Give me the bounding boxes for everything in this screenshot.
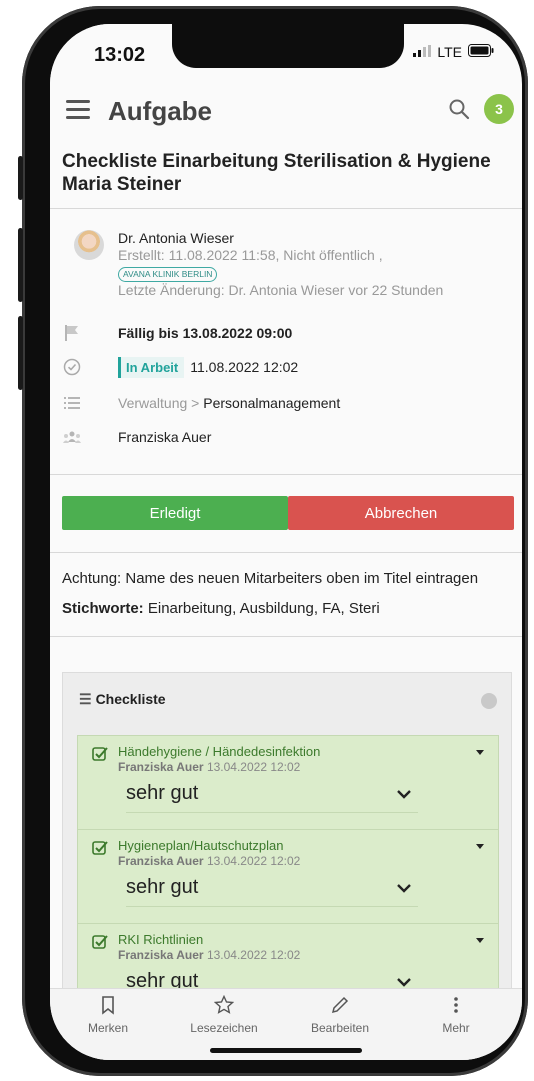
notification-badge[interactable]: 3 [484,94,514,124]
menu-icon[interactable] [66,100,90,120]
rating-select[interactable]: sehr gut [126,870,418,907]
divider [50,552,522,553]
cancel-button[interactable]: Abbrechen [288,496,514,530]
tab-lesezeichen[interactable]: Lesezeichen [174,994,274,1051]
group-icon [62,427,82,447]
rating-value: sehr gut [126,876,199,898]
star-icon [213,994,235,1015]
page-title: Aufgabe [108,96,212,126]
status-badge[interactable]: In Arbeit [118,356,185,378]
status-info: In Arbeit 11.08.2022 12:02 [118,356,299,378]
item-menu-caret-icon[interactable] [476,938,484,943]
avatar[interactable] [74,230,104,260]
tab-label: Merken [87,1021,128,1035]
task-meta: Dr. Antonia Wieser Erstellt: 11.08.2022 … [118,230,518,299]
category-child[interactable]: Personalmanagement [203,395,340,411]
checklist-item[interactable]: Händehygiene / Händedesinfektion Franzis… [77,735,499,831]
checklist-item-date: 13.04.2022 12:02 [206,760,301,774]
checklist-title: Checkliste [95,691,166,707]
checklist-item-date: 13.04.2022 12:02 [206,948,301,962]
more-vertical-icon [446,995,466,1015]
checklist-item-name: Händehygiene / Händedesinfektion [118,744,321,759]
checklist-item-name: Hygieneplan/Hautschutzplan [118,838,284,853]
keywords-value: Einarbeitung, Ausbildung, FA, Steri [147,600,380,617]
tab-label: Bearbeiten [310,1021,370,1035]
task-title: Checkliste Einarbeitung Sterilisation & … [62,151,491,195]
rating-select[interactable]: sehr gut [126,776,418,813]
tab-merken[interactable]: Merken [58,995,158,1051]
checklist-item-meta: Franziska Auer 13.04.2022 12:02 [118,948,300,962]
divider [50,474,522,475]
breadcrumb-separator: > [191,395,200,411]
status-indicators: LTE [413,44,494,60]
tab-label: Mehr [442,1021,470,1035]
status-date: 11.08.2022 12:02 [190,358,299,375]
checklist-item-name: RKI Richtlinien [118,932,204,947]
rating-value: sehr gut [126,782,199,804]
network-label: LTE [437,44,462,60]
instruction-text: Achtung: Name des neuen Mitarbeiters obe… [62,570,479,587]
breadcrumb: Verwaltung > Personalmanagement [118,395,340,411]
checklist-header: ☰ Checkliste [79,691,166,708]
tab-label: Lesezeichen [190,1021,258,1035]
checkbox-checked-icon[interactable] [92,934,108,950]
done-button[interactable]: Erledigt [62,496,288,530]
checklist-icon: ☰ [79,691,92,707]
chevron-down-icon [396,786,412,802]
item-menu-caret-icon[interactable] [476,750,484,755]
category-parent[interactable]: Verwaltung [118,395,187,411]
notch [172,24,404,68]
side-button [18,156,23,200]
signal-icon [413,44,432,60]
assignee-name[interactable]: Franziska Auer [118,429,211,445]
checklist-item-user: Franziska Auer [118,948,204,962]
status-time: 13:02 [94,44,146,66]
checklist-item-date: 13.04.2022 12:02 [206,854,301,868]
organization-tag[interactable]: AVANA KLINIK BERLIN [118,267,218,282]
due-date: Fällig bis 13.08.2022 09:00 [118,325,293,341]
battery-icon [468,44,494,60]
checklist-item-meta: Franziska Auer 13.04.2022 12:02 [118,760,300,774]
home-indicator[interactable] [210,1048,362,1053]
divider [50,208,522,209]
search-icon[interactable] [448,98,470,120]
tab-mehr[interactable]: Mehr [406,995,506,1051]
collapse-toggle-icon[interactable] [481,693,497,709]
tab-bearbeiten[interactable]: Bearbeiten [290,995,390,1051]
checklist-item-user: Franziska Auer [118,760,204,774]
created-info: Erstellt: 11.08.2022 11:58, Nicht öffent… [118,247,383,263]
volume-up-button [18,228,23,302]
category-row: Verwaltung > Personalmanagement [50,390,522,416]
volume-down-button [18,316,23,390]
item-menu-caret-icon[interactable] [476,844,484,849]
checklist-item-meta: Franziska Auer 13.04.2022 12:02 [118,854,300,868]
last-change-info: Letzte Änderung: Dr. Antonia Wieser vor … [118,282,444,298]
assignee-row: Franziska Auer [50,424,522,450]
checkbox-checked-icon[interactable] [92,840,108,856]
divider [50,636,522,637]
bookmark-icon [98,995,118,1015]
status-row: In Arbeit 11.08.2022 12:02 [50,354,522,380]
status-check-icon [62,357,82,377]
checklist-item-user: Franziska Auer [118,854,204,868]
flag-icon [62,323,82,343]
checkbox-checked-icon[interactable] [92,746,108,762]
app-screen: 13:02 LTE Aufgabe 3 Checkliste Einarbeit… [50,24,522,1060]
keywords: Stichworte: Einarbeitung, Ausbildung, FA… [62,600,522,617]
pencil-icon [330,995,350,1015]
list-icon [62,393,82,413]
app-bar: Aufgabe 3 [50,90,522,138]
checklist-item[interactable]: Hygieneplan/Hautschutzplan Franziska Aue… [77,829,499,925]
chevron-down-icon [396,880,412,896]
status-bar: 13:02 LTE [50,24,522,76]
keywords-label: Stichworte: [62,600,144,617]
author-name[interactable]: Dr. Antonia Wieser [118,230,518,247]
due-row: Fällig bis 13.08.2022 09:00 [50,320,522,346]
